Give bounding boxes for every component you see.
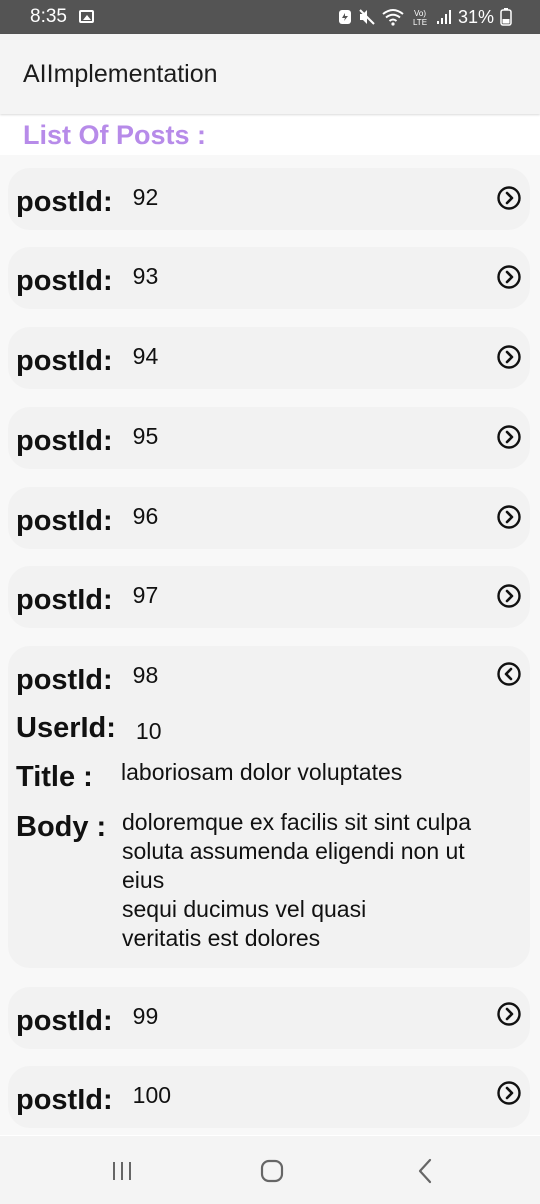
body-row: Body : doloremque ex facilis sit sint cu… (16, 808, 471, 956)
post-card[interactable]: postId: 95 (8, 407, 530, 469)
expand-chevron-icon[interactable] (496, 1080, 522, 1106)
app-bar: AIImplementation (0, 34, 540, 114)
expand-chevron-icon[interactable] (496, 1001, 522, 1027)
section-title: List Of Posts : (23, 120, 207, 150)
post-id-row: postId: 96 (16, 503, 159, 538)
post-id-label: postId: (16, 345, 113, 377)
battery-saver-icon (338, 9, 352, 25)
post-card[interactable]: postId: 99 (8, 987, 530, 1049)
post-id-row: postId: 100 (16, 1082, 172, 1117)
post-id-label: postId: (16, 505, 113, 537)
title-label: Title : (16, 761, 93, 793)
title-value: laboriosam dolor voluptates (121, 759, 403, 785)
post-id-label: postId: (16, 425, 113, 457)
expand-chevron-icon[interactable] (496, 344, 522, 370)
post-card[interactable]: postId: 97 (8, 566, 530, 628)
post-id-label: postId: (16, 1005, 113, 1037)
post-id-row: postId: 94 (16, 343, 159, 378)
svg-text:LTE: LTE (413, 18, 427, 27)
user-id-value: 10 (135, 718, 162, 744)
post-id-value: 98 (132, 662, 159, 688)
post-id-row: postId: 93 (16, 263, 159, 298)
body-line: veritatis est dolores (122, 925, 321, 951)
post-id-row: postId: 92 (16, 184, 159, 219)
post-card[interactable]: postId: 100 (8, 1066, 530, 1128)
home-icon[interactable] (257, 1158, 287, 1184)
body-line: sequi ducimus vel quasi (122, 896, 367, 922)
image-icon (79, 10, 94, 23)
body-line: eius (122, 867, 165, 893)
status-icons: Vo) LTE 31% (338, 5, 512, 29)
battery-percent: 31% (457, 6, 494, 27)
title-row: Title : laboriosam dolor voluptates (16, 759, 403, 794)
post-id-label: postId: (16, 1084, 113, 1116)
post-card-expanded[interactable]: postId: 98 UserId: 10 Title : laboriosam… (8, 646, 530, 968)
svg-text:Vo): Vo) (414, 9, 426, 18)
expand-chevron-icon[interactable] (496, 504, 522, 530)
navigation-bar (0, 1136, 540, 1204)
signal-icon (436, 9, 452, 25)
post-id-row: postId: 99 (16, 1003, 159, 1038)
mute-icon (358, 8, 376, 26)
post-id-value: 96 (132, 503, 159, 529)
post-id-value: 95 (132, 423, 159, 449)
body-value: doloremque ex facilis sit sint culpa sol… (122, 808, 471, 953)
post-id-row: postId: 98 (16, 662, 159, 697)
post-id-value: 100 (132, 1082, 172, 1108)
post-id-label: postId: (16, 664, 113, 696)
expand-chevron-icon[interactable] (496, 185, 522, 211)
post-id-label: postId: (16, 265, 113, 297)
body-line: doloremque ex facilis sit sint culpa (122, 809, 471, 835)
user-id-row: UserId: 10 (16, 712, 162, 745)
post-card[interactable]: postId: 93 (8, 247, 530, 309)
post-id-row: postId: 95 (16, 423, 159, 458)
status-time: 8:35 (30, 6, 67, 27)
post-id-value: 97 (132, 582, 159, 608)
app-title: AIImplementation (23, 60, 218, 88)
collapse-chevron-icon[interactable] (496, 661, 522, 687)
post-card[interactable]: postId: 94 (8, 327, 530, 389)
expand-chevron-icon[interactable] (496, 264, 522, 290)
recents-icon[interactable] (107, 1158, 137, 1184)
post-card[interactable]: postId: 92 (8, 168, 530, 230)
status-bar: 8:35 Vo) LTE 31% (0, 0, 540, 34)
back-icon[interactable] (410, 1158, 440, 1184)
post-id-value: 99 (132, 1003, 159, 1029)
expand-chevron-icon[interactable] (496, 583, 522, 609)
post-card[interactable]: postId: 96 (8, 487, 530, 549)
user-id-label: UserId: (16, 712, 116, 744)
battery-icon (500, 8, 512, 26)
post-id-value: 93 (132, 263, 159, 289)
body-line: soluta assumenda eligendi non ut (122, 838, 465, 864)
body-label: Body : (16, 811, 107, 843)
post-id-label: postId: (16, 584, 113, 616)
post-id-value: 94 (132, 343, 159, 369)
post-id-row: postId: 97 (16, 582, 159, 617)
volte-icon: Vo) LTE (410, 7, 430, 27)
expand-chevron-icon[interactable] (496, 424, 522, 450)
wifi-icon (382, 8, 404, 26)
post-id-value: 92 (132, 184, 159, 210)
post-id-label: postId: (16, 186, 113, 218)
